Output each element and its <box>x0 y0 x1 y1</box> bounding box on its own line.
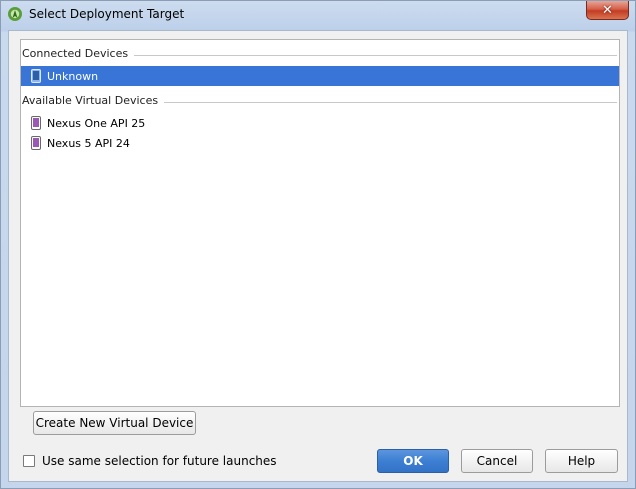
dialog-content: Connected Devices Unknown Available Virt… <box>8 30 628 482</box>
phone-icon <box>31 69 41 83</box>
cancel-button[interactable]: Cancel <box>461 449 533 473</box>
connected-devices-header: Connected Devices <box>22 46 619 62</box>
device-label: Unknown <box>47 69 99 83</box>
create-new-virtual-device-button[interactable]: Create New Virtual Device <box>33 411 196 435</box>
device-list[interactable]: Connected Devices Unknown Available Virt… <box>20 39 620 407</box>
available-devices-header: Available Virtual Devices <box>22 93 619 109</box>
use-same-selection-checkbox[interactable] <box>23 455 35 467</box>
avd-phone-icon <box>31 116 41 130</box>
device-row-nexus-one[interactable]: Nexus One API 25 <box>21 113 619 133</box>
android-studio-icon <box>8 7 22 21</box>
window-title: Select Deployment Target <box>29 7 185 21</box>
help-button[interactable]: Help <box>545 449 618 473</box>
device-row-nexus-5[interactable]: Nexus 5 API 24 <box>21 133 619 153</box>
use-same-selection-label: Use same selection for future launches <box>42 454 277 468</box>
avd-phone-icon <box>31 136 41 150</box>
use-same-selection-option[interactable]: Use same selection for future launches <box>23 454 277 468</box>
close-icon: ✕ <box>602 2 613 18</box>
device-label: Nexus One API 25 <box>47 116 146 130</box>
connected-devices-label: Connected Devices <box>22 47 135 60</box>
device-label: Nexus 5 API 24 <box>47 136 130 150</box>
available-devices-label: Available Virtual Devices <box>22 94 165 107</box>
ok-button[interactable]: OK <box>377 449 449 473</box>
dialog-window: Select Deployment Target ✕ Connected Dev… <box>0 0 636 489</box>
device-row-unknown[interactable]: Unknown <box>21 66 619 86</box>
close-button[interactable]: ✕ <box>586 1 629 20</box>
title-bar[interactable]: Select Deployment Target ✕ <box>1 1 635 29</box>
